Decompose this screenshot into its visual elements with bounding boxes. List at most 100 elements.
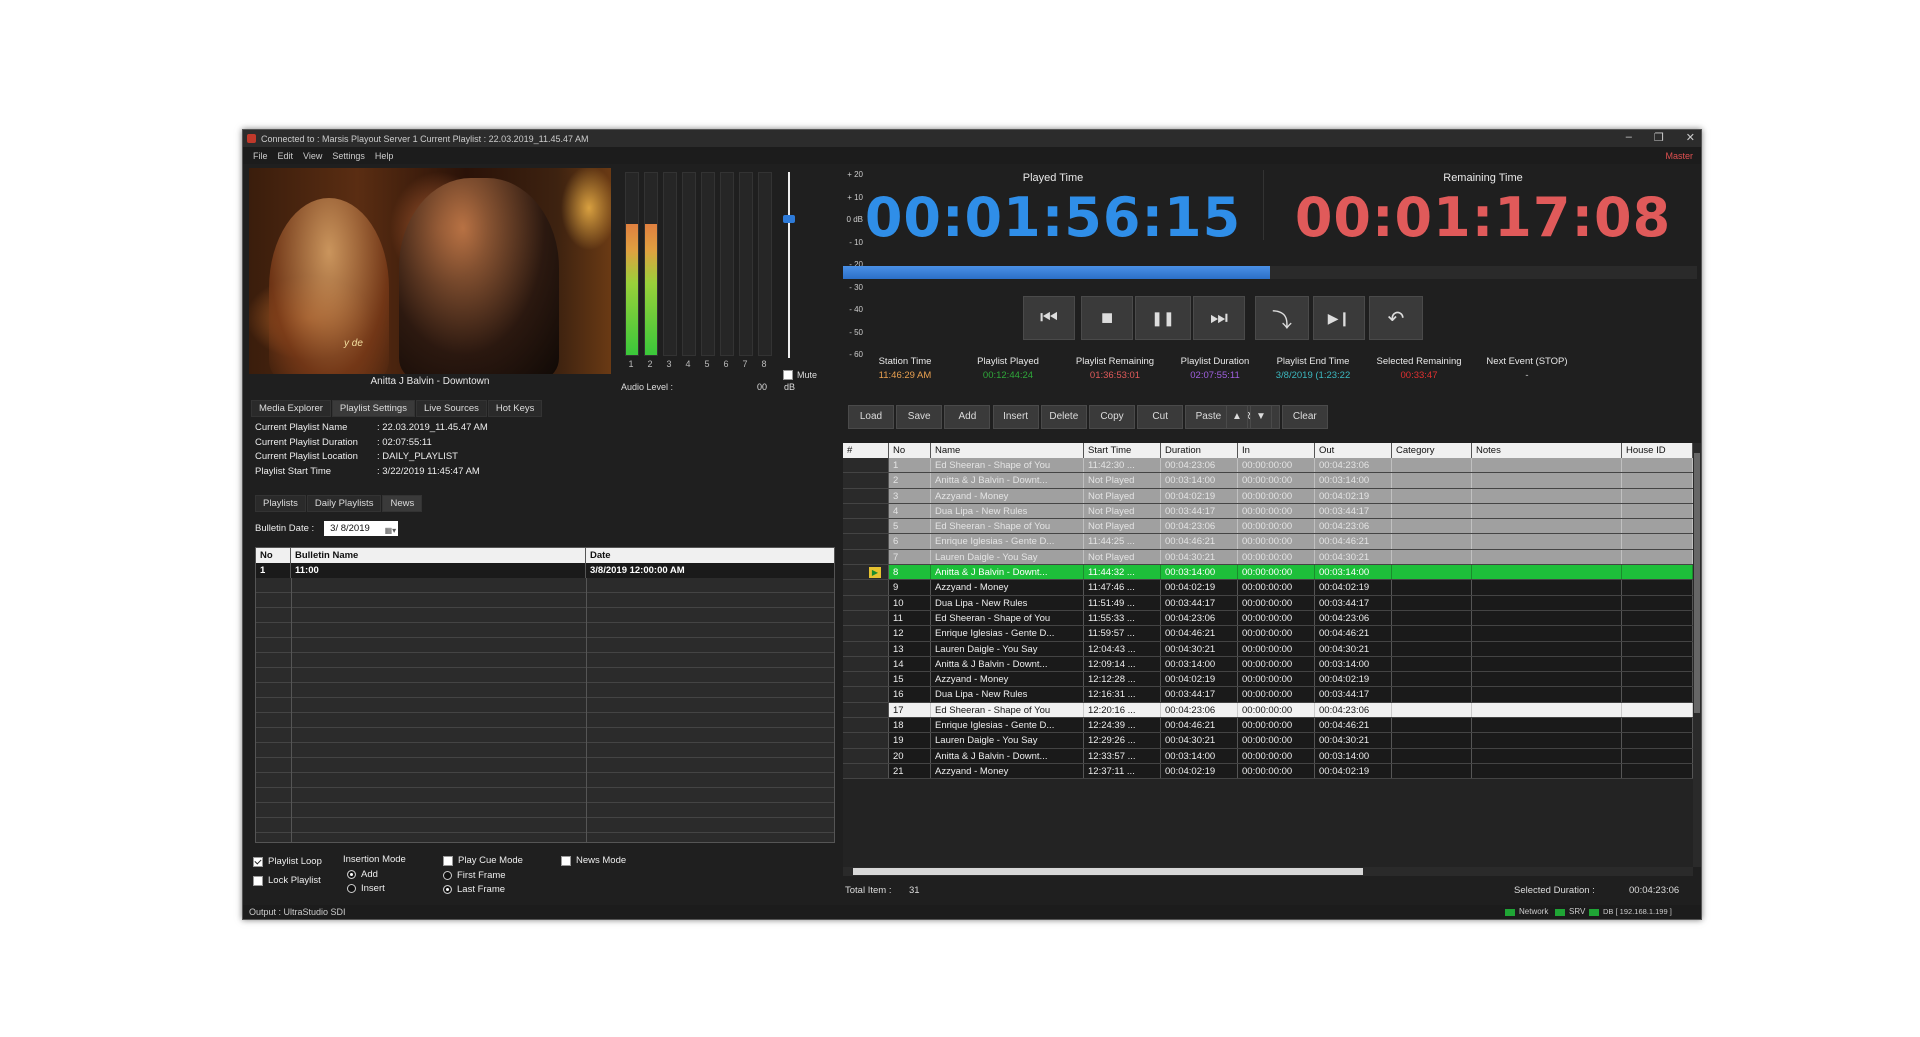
insertion-insert-radio[interactable] <box>347 884 356 893</box>
clear-button[interactable]: Clear <box>1281 405 1328 429</box>
table-row[interactable]: 5 Ed Sheeran - Shape of You Not Played 00:0… <box>843 519 1693 535</box>
table-row[interactable]: 6 Enrique Iglesias - Gente D... 11:44:25 .… <box>843 534 1693 550</box>
table-row[interactable]: 11 Ed Sheeran - Shape of You 11:55:33 ... 0… <box>843 610 1693 627</box>
table-row[interactable]: 15 Azzyand - Money 12:12:28 ... 00:04:02:19… <box>843 672 1693 688</box>
maximize-icon[interactable]: ❐ <box>1654 131 1664 144</box>
col-duration[interactable]: Duration <box>1161 443 1238 458</box>
col-notes[interactable]: Notes <box>1472 443 1622 458</box>
add-button[interactable]: Add <box>944 405 991 429</box>
network-indicator-icon <box>1505 909 1515 916</box>
table-row[interactable]: 14 Anitta & J Balvin - Downt... 12:09:14 .… <box>843 656 1693 673</box>
menu-file[interactable]: File <box>253 151 268 161</box>
lock-playlist-toggle[interactable]: Lock Playlist <box>253 875 321 886</box>
table-row[interactable]: 13 Lauren Daigle - You Say 12:04:43 ... 00:… <box>843 641 1693 657</box>
news-mode-toggle[interactable]: News Mode <box>561 855 626 866</box>
tab-live-sources[interactable]: Live Sources <box>415 400 487 417</box>
tab-daily-playlists[interactable]: Daily Playlists <box>306 495 382 512</box>
first-frame-radio[interactable] <box>443 871 452 880</box>
menu-view[interactable]: View <box>303 151 322 161</box>
cell-empty <box>1622 580 1693 595</box>
menu-settings[interactable]: Settings <box>332 151 365 161</box>
next-button[interactable]: ⏭ <box>1193 296 1245 340</box>
col-name[interactable]: Name <box>931 443 1084 458</box>
undo-button[interactable]: ↶ <box>1369 296 1423 340</box>
table-row[interactable]: 21 Azzyand - Money 12:37:11 ... 00:04:02:19… <box>843 763 1693 780</box>
table-row[interactable]: 1 Ed Sheeran - Shape of You 11:42:30 ... 00… <box>843 458 1693 474</box>
insertion-mode-label: Insertion Mode <box>343 854 406 865</box>
tab-playlists[interactable]: Playlists <box>255 495 306 512</box>
volume-slider-handle[interactable] <box>783 214 795 223</box>
insertion-insert-option[interactable]: Insert <box>347 883 385 894</box>
table-row[interactable]: 2 Anitta & J Balvin - Downt... Not Played 0… <box>843 473 1693 489</box>
delete-button[interactable]: Delete <box>1040 405 1087 429</box>
tab-playlist-settings[interactable]: Playlist Settings <box>331 400 415 417</box>
col-house-id[interactable]: House ID <box>1622 443 1693 458</box>
cut-button[interactable]: Cut <box>1137 405 1184 429</box>
table-row[interactable]: 7 Lauren Daigle - You Say Not Played 00:04:… <box>843 549 1693 566</box>
news-mode-checkbox[interactable] <box>561 855 571 866</box>
col-in[interactable]: In <box>1238 443 1315 458</box>
col-start-time[interactable]: Start Time <box>1084 443 1161 458</box>
table-row[interactable]: 19 Lauren Daigle - You Say 12:29:26 ... 00:… <box>843 733 1693 749</box>
table-row[interactable]: 10 Dua Lipa - New Rules 11:51:49 ... 00:03:… <box>843 595 1693 611</box>
table-row[interactable]: 12 Enrique Iglesias - Gente D... 11:59:57 … <box>843 626 1693 642</box>
previous-button[interactable]: ⏮ <box>1023 296 1075 340</box>
playlist-loop-toggle[interactable]: Playlist Loop <box>253 856 322 867</box>
skip-down-button[interactable]: ⤵ <box>1255 296 1309 340</box>
mute-toggle[interactable]: Mute <box>783 370 817 380</box>
first-frame-option[interactable]: First Frame <box>443 870 506 881</box>
menu-help[interactable]: Help <box>375 151 394 161</box>
menu-edit[interactable]: Edit <box>278 151 294 161</box>
minimize-icon[interactable]: – <box>1626 131 1632 144</box>
table-row[interactable]: 20 Anitta & J Balvin - Downt... 12:33:57 .… <box>843 748 1693 764</box>
tab-media-explorer[interactable]: Media Explorer <box>251 400 331 417</box>
playlist-vertical-scrollbar[interactable] <box>1693 443 1701 867</box>
table-row[interactable]: 3 Azzyand - Money Not Played 00:04:02:19 00:… <box>843 488 1693 504</box>
mute-checkbox[interactable] <box>783 370 793 380</box>
table-row[interactable]: 4 Dua Lipa - New Rules Not Played 00:03:44:… <box>843 503 1693 520</box>
col-index[interactable]: # <box>843 443 889 458</box>
copy-button[interactable]: Copy <box>1089 405 1135 429</box>
col-date[interactable]: Date <box>586 548 834 563</box>
table-row[interactable]: 16 Dua Lipa - New Rules 12:16:31 ... 00:03:… <box>843 687 1693 703</box>
tab-hot-keys[interactable]: Hot Keys <box>487 400 543 417</box>
load-button[interactable]: Load <box>848 405 894 429</box>
stop-button[interactable]: ■ <box>1081 296 1133 340</box>
play-cue-mode-toggle[interactable]: Play Cue Mode <box>443 855 523 866</box>
last-frame-radio[interactable] <box>443 885 452 894</box>
last-frame-option[interactable]: Last Frame <box>443 884 505 895</box>
meter-channel-number: 1 <box>628 359 634 369</box>
paste-button[interactable]: Paste <box>1185 405 1232 429</box>
table-row[interactable]: 1 11:00 3/8/2019 12:00:00 AM <box>256 563 834 578</box>
col-category[interactable]: Category <box>1392 443 1472 458</box>
table-row[interactable]: 18 Enrique Iglesias - Gente D... 12:24:39 … <box>843 718 1693 734</box>
volume-slider-track[interactable] <box>788 172 790 358</box>
col-no[interactable]: No <box>889 443 931 458</box>
play-cue-mode-checkbox[interactable] <box>443 855 453 866</box>
table-row[interactable]: ▶ 8 Anitta & J Balvin - Downt... 11:44:32 .… <box>843 565 1693 581</box>
move-up-button[interactable]: ▲ <box>1226 405 1248 429</box>
play-next-button[interactable]: ▶❙ <box>1313 296 1365 340</box>
tab-news[interactable]: News <box>382 495 423 512</box>
insert-button[interactable]: Insert <box>992 405 1039 429</box>
playlist-horizontal-scrollbar[interactable] <box>843 867 1693 876</box>
col-no[interactable]: No <box>256 548 291 563</box>
table-row[interactable]: 9 Azzyand - Money 11:47:46 ... 00:04:02:19 0… <box>843 580 1693 596</box>
move-down-button[interactable]: ▼ <box>1250 405 1272 429</box>
table-row[interactable]: 17 Ed Sheeran - Shape of You 12:20:16 ... 0… <box>843 702 1693 719</box>
close-icon[interactable]: ✕ <box>1686 131 1695 144</box>
pause-button[interactable]: ❚❚ <box>1135 296 1191 340</box>
insertion-add-option[interactable]: Add <box>347 869 378 880</box>
playlist-loop-checkbox[interactable] <box>253 856 263 867</box>
lock-playlist-checkbox[interactable] <box>253 875 263 886</box>
playback-progress[interactable] <box>843 266 1697 279</box>
insertion-add-radio[interactable] <box>347 870 356 879</box>
save-button[interactable]: Save <box>896 405 943 429</box>
col-out[interactable]: Out <box>1315 443 1392 458</box>
cell-empty <box>1392 473 1472 488</box>
bulletin-date-picker[interactable]: 3/ 8/2019 ▦▾ <box>324 521 399 538</box>
col-bulletin-name[interactable]: Bulletin Name <box>291 548 586 563</box>
db-scale-tick: - 50 <box>849 327 863 337</box>
calendar-icon[interactable]: ▦▾ <box>385 523 397 538</box>
cell-in: 00:00:00:00 <box>1238 687 1315 702</box>
